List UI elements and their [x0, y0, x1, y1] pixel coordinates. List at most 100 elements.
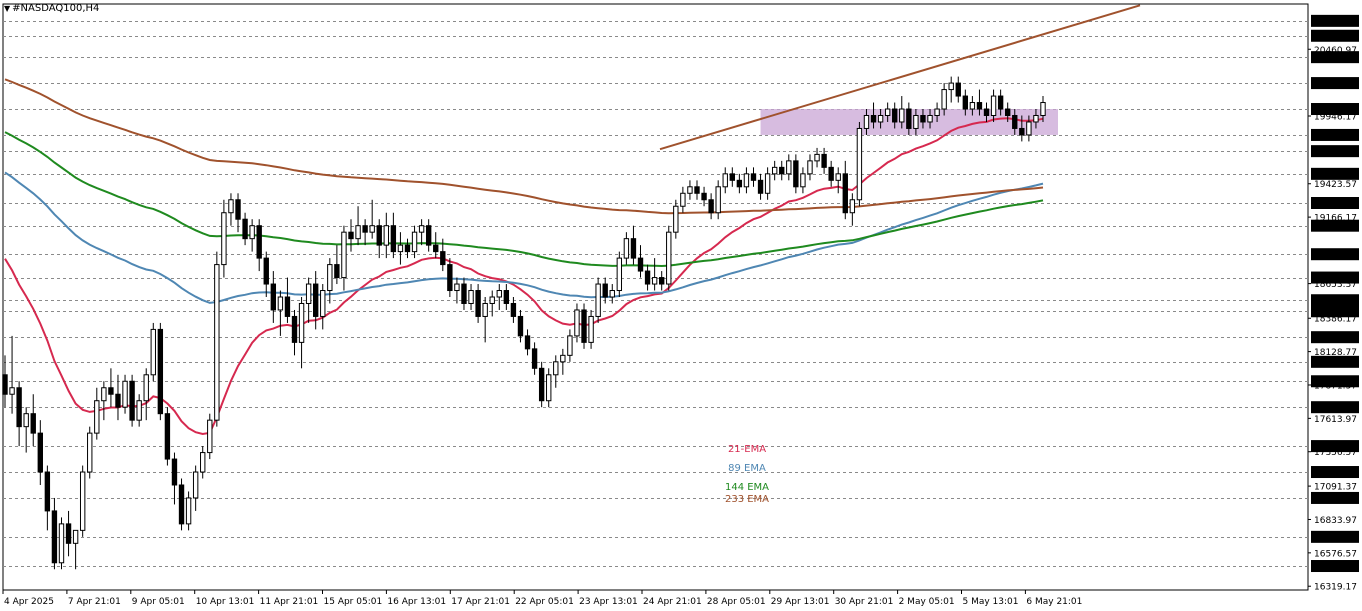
price-label: 16475.00 — [1314, 563, 1357, 573]
candle-bull — [764, 173, 771, 194]
time-label: 5 May 13:01 — [963, 597, 1019, 607]
candle-bull — [496, 290, 502, 298]
candle-bear — [870, 114, 877, 123]
price-label: 18240.00 — [1314, 334, 1357, 344]
candle-bull — [560, 354, 566, 363]
candle-bull — [277, 296, 284, 311]
price-label: 19946.17 — [1314, 112, 1357, 122]
time-label: 30 Apr 21:01 — [835, 597, 894, 607]
candle-bull — [588, 315, 594, 343]
candle-bull — [411, 231, 418, 253]
time-label: 28 Apr 05:01 — [707, 597, 766, 607]
candle-bear — [362, 225, 368, 233]
candle-bear — [602, 283, 608, 298]
time-label: 11 Apr 21:01 — [260, 597, 319, 607]
candle-bull — [72, 529, 79, 544]
candle-bull — [666, 231, 672, 285]
candle-bull — [136, 400, 142, 421]
price-label: 19500.00 — [1314, 170, 1357, 180]
candle-bear — [376, 225, 382, 246]
candle-bull — [58, 523, 65, 564]
price-label: 17700.00 — [1314, 404, 1357, 414]
price-label: 16319.17 — [1314, 583, 1357, 593]
price-axis: 20680.0020565.0020460.9720400.0020200.00… — [1308, 14, 1359, 593]
candle-bull — [249, 225, 255, 240]
candle-bull — [856, 127, 863, 201]
price-label: 20680.00 — [1314, 17, 1357, 27]
candle-bull — [298, 302, 305, 343]
candle-bull — [1026, 121, 1032, 136]
time-label: 15 Apr 05:01 — [324, 597, 383, 607]
candles-group — [2, 76, 1046, 570]
candle-bear — [390, 225, 397, 253]
candle-bull — [369, 225, 375, 233]
price-label: 17613.97 — [1314, 415, 1357, 425]
candle-bull — [79, 471, 86, 531]
time-label: 16 Apr 13:01 — [387, 597, 446, 607]
indicator-label: 89 EMA — [728, 463, 766, 474]
candle-bull — [101, 387, 107, 402]
price-label: 19100.00 — [1314, 222, 1357, 232]
candle-bull — [651, 277, 658, 285]
price-label: 16833.97 — [1314, 516, 1357, 526]
caret-down-icon: ▼ — [4, 4, 11, 13]
indicator-label: 233 EMA — [725, 494, 769, 505]
price-label: 18880.00 — [1314, 251, 1357, 261]
time-label: 23 Apr 13:01 — [579, 597, 638, 607]
candle-bear — [962, 95, 969, 110]
candle-bear — [736, 179, 743, 188]
candle-bear — [1005, 108, 1011, 116]
price-label: 17871.37 — [1314, 381, 1357, 391]
candle-bear — [503, 290, 510, 304]
candle-bull — [192, 471, 199, 499]
candle-bear — [65, 523, 72, 544]
candle-bull — [786, 160, 792, 175]
candle-bull — [835, 173, 841, 181]
candle-bull — [715, 186, 721, 214]
candle-bull — [87, 432, 93, 473]
candle-bull — [383, 225, 389, 246]
candle-bear — [404, 244, 411, 253]
candle-bear — [270, 283, 277, 311]
candle-bull — [9, 387, 15, 395]
candle-bear — [630, 238, 637, 259]
candle-bull — [673, 205, 679, 233]
candle-bear — [44, 471, 51, 512]
candle-bear — [242, 218, 248, 240]
candle-bear — [284, 296, 291, 317]
candle-bull — [489, 296, 495, 304]
candle-bear — [581, 309, 587, 343]
candle-bear — [171, 458, 178, 486]
candle-bear — [976, 102, 983, 110]
candle-bear — [433, 244, 439, 253]
candle-bear — [531, 348, 538, 369]
candle-bull — [397, 244, 404, 253]
candle-bear — [793, 160, 799, 188]
candle-bear — [750, 173, 757, 181]
price-label: 18386.17 — [1314, 315, 1357, 325]
chart-window[interactable]: 20680.00 20565.00 20460.97 20400.00 20200.00… — [0, 0, 1362, 611]
candle-bull — [623, 238, 630, 259]
candle-bear — [510, 302, 517, 317]
candle-bull — [616, 257, 623, 292]
candle-bear — [1019, 127, 1025, 136]
candle-bull — [1033, 114, 1039, 123]
candle-bull — [927, 114, 933, 123]
candle-bull — [454, 283, 460, 292]
chart-canvas[interactable]: 20680.0020565.0020460.9720400.0020200.00… — [0, 0, 1362, 611]
candle-bear — [955, 82, 961, 97]
candle-bear — [164, 413, 171, 460]
candle-bull — [320, 290, 326, 317]
candle-bull — [969, 102, 976, 110]
candle-bear — [37, 432, 43, 473]
candle-bull — [150, 328, 156, 376]
price-label: 17000.00 — [1314, 494, 1357, 504]
candle-bear — [842, 173, 848, 214]
candle-bull — [863, 114, 870, 129]
candle-bull — [913, 114, 919, 129]
price-label: 17200.00 — [1314, 469, 1357, 479]
candle-bull — [546, 374, 552, 402]
candle-bear — [779, 166, 785, 175]
time-label: 4 Apr 2025 — [4, 597, 54, 607]
candle-bear — [757, 179, 764, 194]
